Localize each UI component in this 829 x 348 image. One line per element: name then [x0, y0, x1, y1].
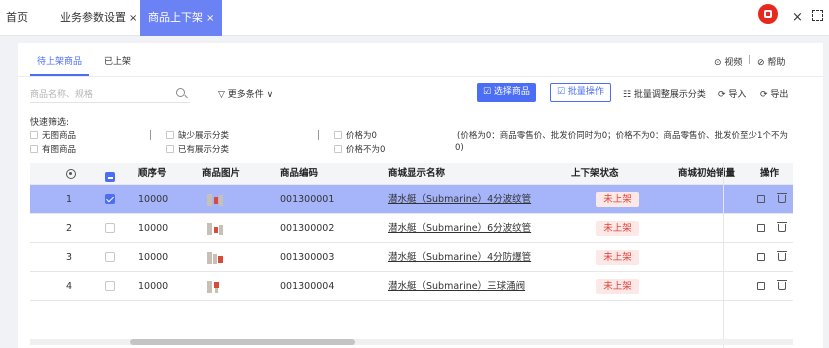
delete-icon[interactable] — [777, 222, 787, 232]
edit-icon[interactable] — [757, 224, 765, 232]
header-status[interactable]: 上下架状态 — [571, 163, 619, 185]
row-code: 001300002 — [280, 223, 335, 234]
row-code: 001300003 — [280, 252, 335, 263]
close-icon[interactable]: × — [206, 13, 214, 24]
product-image — [206, 221, 224, 236]
subtab-listed[interactable]: 已上架 — [102, 55, 133, 69]
row-code: 001300001 — [280, 194, 335, 205]
product-image — [206, 192, 224, 207]
filter-has-image-checkbox[interactable] — [30, 145, 38, 153]
delete-icon[interactable] — [777, 280, 787, 290]
price-note-end: 0) — [455, 143, 464, 153]
filter-missing-category-label: 缺少展示分类 — [178, 131, 230, 141]
product-image — [206, 250, 224, 265]
export-button[interactable]: ⟳ 导出 — [760, 87, 788, 100]
row-name-link[interactable]: 潜水艇（Submarine）4分波纹管 — [388, 185, 531, 214]
filter-has-category-checkbox[interactable] — [166, 145, 174, 153]
goods-table: 顺序号 商品图片 商品编码 商城显示名称 上下架状态 商城初始销量 操作 1 1… — [30, 163, 793, 303]
table-row[interactable]: 4 10000 001300004 潜水艇（Submarine）三球涌阀 未上架 — [30, 272, 793, 301]
row-index: 4 — [66, 281, 73, 292]
tab-home-label: 首页 — [6, 11, 28, 24]
row-checkbox[interactable] — [105, 252, 115, 262]
batch-adjust-button[interactable]: ☷ 批量调整展示分类 — [623, 87, 706, 100]
filter-price-nonzero-label: 价格不为0 — [346, 145, 386, 155]
tab-listing[interactable]: 商品上下架 × — [140, 0, 223, 36]
edit-icon[interactable] — [757, 253, 765, 261]
tab-listing-label: 商品上下架 — [148, 11, 203, 24]
row-code: 001300004 — [280, 281, 335, 292]
table-row[interactable]: 3 10000 001300003 潜水艇（Submarine）4分防爆管 未上… — [30, 243, 793, 272]
fullscreen-icon[interactable] — [812, 10, 823, 21]
scrollbar-thumb[interactable] — [130, 339, 355, 345]
status-badge: 未上架 — [596, 250, 639, 265]
window-close-icon[interactable]: × — [792, 10, 803, 25]
select-goods-button[interactable]: ☑ 选择商品 — [477, 83, 536, 102]
price-note: (价格为0：商品零售价、批发价同时为0；价格不为0：商品零售价、批发价至少1个不… — [457, 131, 788, 141]
video-link[interactable]: ⊙ 视频 — [714, 55, 742, 68]
subtab-pending[interactable]: 待上架商品 — [35, 55, 84, 69]
divider — [18, 76, 823, 77]
edit-icon[interactable] — [757, 282, 765, 290]
header-name[interactable]: 商城显示名称 — [388, 163, 445, 185]
tab-home[interactable]: 首页 — [6, 0, 28, 36]
select-all-checkbox[interactable] — [105, 172, 115, 182]
filter-missing-category-checkbox[interactable] — [166, 131, 174, 139]
row-name-link[interactable]: 潜水艇（Submarine）三球涌阀 — [388, 272, 525, 301]
header-code[interactable]: 商品编码 — [280, 163, 318, 185]
header-image: 商品图片 — [202, 168, 241, 179]
batch-ops-button[interactable]: ☑ 批量操作 — [550, 83, 611, 102]
horizontal-scrollbar[interactable] — [30, 339, 793, 345]
close-icon[interactable]: × — [129, 13, 137, 24]
column-settings-icon[interactable] — [66, 169, 76, 179]
search-underline — [30, 102, 190, 103]
filter-no-image-label: 无图商品 — [42, 131, 77, 141]
header-actions: 操作 — [760, 168, 780, 179]
filter-no-image-checkbox[interactable] — [30, 131, 38, 139]
tab-business-params-label: 业务参数设置 — [60, 11, 126, 24]
header-initial-sales[interactable]: 商城初始销量 — [678, 163, 735, 185]
row-index: 2 — [66, 223, 73, 234]
row-name-link[interactable]: 潜水艇（Submarine）6分波纹管 — [388, 214, 531, 243]
edit-icon[interactable] — [757, 195, 765, 203]
import-button[interactable]: ⟳ 导入 — [718, 87, 746, 100]
divider — [150, 130, 151, 140]
help-separator: | — [748, 55, 752, 65]
row-index: 1 — [66, 194, 73, 205]
search-input[interactable]: 商品名称、规格 — [30, 87, 93, 100]
row-order: 10000 — [138, 223, 169, 234]
more-filters-button[interactable]: ▽ 更多条件 ∨ — [218, 87, 273, 100]
header-order[interactable]: 顺序号 — [138, 163, 167, 185]
filter-price-zero-label: 价格为0 — [346, 131, 377, 141]
row-name-link[interactable]: 潜水艇（Submarine）4分防爆管 — [388, 243, 531, 272]
divider — [318, 130, 319, 140]
status-badge: 未上架 — [596, 192, 639, 207]
row-index: 3 — [66, 252, 73, 263]
row-checkbox[interactable] — [105, 223, 115, 233]
row-order: 10000 — [138, 194, 169, 205]
tab-business-params[interactable]: 业务参数设置 × — [60, 0, 137, 36]
row-order: 10000 — [138, 252, 169, 263]
table-row[interactable]: 2 10000 001300002 潜水艇（Submarine）6分波纹管 未上… — [30, 214, 793, 243]
record-icon[interactable] — [758, 4, 778, 24]
table-header: 顺序号 商品图片 商品编码 商城显示名称 上下架状态 商城初始销量 操作 — [30, 163, 793, 185]
product-image — [206, 279, 224, 294]
fixed-column-divider — [723, 163, 724, 348]
status-badge: 未上架 — [596, 221, 639, 236]
filter-has-category-label: 已有展示分类 — [178, 145, 230, 155]
row-checkbox[interactable] — [105, 281, 115, 291]
row-order: 10000 — [138, 281, 169, 292]
row-checkbox[interactable] — [105, 194, 115, 204]
filter-has-image-label: 有图商品 — [42, 145, 77, 155]
status-badge: 未上架 — [596, 279, 639, 294]
delete-icon[interactable] — [777, 251, 787, 261]
main-panel: 待上架商品 已上架 ⊙ 视频 | ⊘ 帮助 商品名称、规格 ▽ 更多条件 ∨ ☑… — [18, 43, 823, 348]
table-row[interactable]: 1 10000 001300001 潜水艇（Submarine）4分波纹管 未上… — [30, 185, 793, 214]
help-link[interactable]: ⊘ 帮助 — [757, 55, 785, 68]
top-tab-bar: 首页 业务参数设置 × 商品上下架 × × — [0, 0, 829, 36]
filter-price-nonzero-checkbox[interactable] — [334, 145, 342, 153]
delete-icon[interactable] — [777, 193, 787, 203]
filter-price-zero-checkbox[interactable] — [334, 131, 342, 139]
quick-filter-label: 快速筛选: — [30, 118, 70, 128]
search-icon[interactable] — [176, 88, 185, 97]
